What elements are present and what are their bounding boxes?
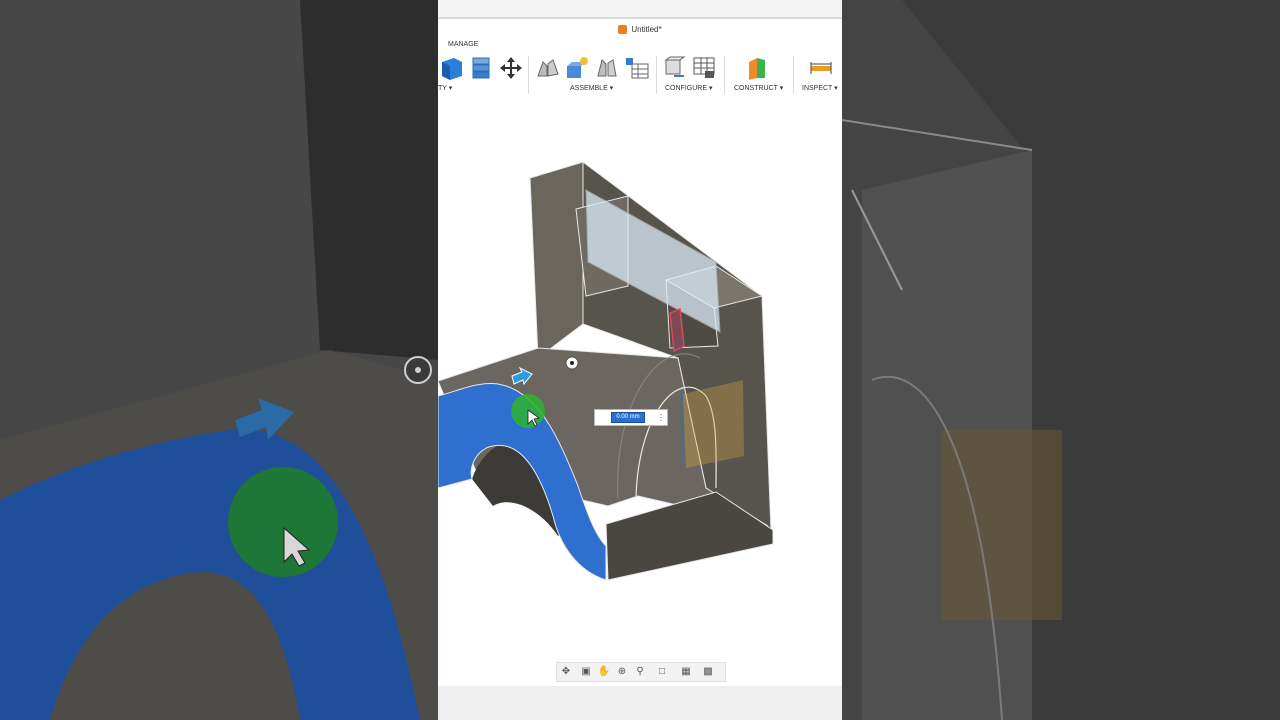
zoom-icon[interactable]: ⊕ (615, 666, 629, 678)
document-icon (618, 24, 628, 34)
group-label-configure[interactable]: CONFIGURE ▾ (665, 84, 712, 92)
fusion-app-window: Untitled* MANAGE TY ▾ ASSEMBLE ▾ CONFIGU… (438, 0, 842, 720)
bottom-bar (438, 686, 842, 720)
back-wall-left-face[interactable] (529, 161, 584, 359)
canvas-viewport[interactable]: 0.00 mm ⋮ (438, 96, 842, 686)
configure-table-icon[interactable] (691, 54, 717, 82)
parameters-table-icon[interactable] (624, 54, 650, 82)
component-stack-icon[interactable] (468, 54, 494, 82)
dimension-input-box[interactable]: 0.00 mm ⋮ (594, 409, 668, 426)
pivot-point-center (570, 361, 574, 365)
offset-plane-icon[interactable] (745, 54, 771, 82)
more-options-icon[interactable]: ⋮ (657, 413, 665, 422)
blurred-background-left (0, 0, 438, 720)
fit-icon[interactable]: ⚲ (633, 666, 647, 678)
look-at-icon[interactable]: ▣ (579, 666, 593, 678)
top-strip (438, 0, 842, 19)
orbit-icon[interactable]: ✥ (559, 666, 573, 678)
manage-tab-label[interactable]: MANAGE (448, 41, 478, 48)
toolbar-separator (656, 56, 657, 94)
joint-origin-icon[interactable] (594, 54, 620, 82)
toolbar-separator (793, 56, 794, 94)
title-bar: Untitled* (438, 19, 842, 39)
group-label-construct[interactable]: CONSTRUCT ▾ (734, 84, 783, 92)
group-label-modify[interactable]: TY ▾ (438, 84, 452, 92)
new-component-icon[interactable] (438, 54, 464, 82)
as-built-joint-icon[interactable] (564, 54, 590, 82)
ribbon-toolbar: TY ▾ ASSEMBLE ▾ CONFIGURE ▾ CONSTRUCT ▾ … (438, 52, 842, 96)
pan-icon[interactable]: ✋ (597, 666, 611, 678)
grid-icon[interactable]: ▦ (679, 666, 693, 678)
toolbar-separator (724, 56, 725, 94)
sketch-profile (683, 380, 744, 468)
group-label-assemble[interactable]: ASSEMBLE ▾ (570, 84, 613, 92)
move-icon[interactable] (498, 54, 524, 82)
background-zoomed-model-left (0, 0, 438, 720)
background-zoomed-model-right (842, 0, 1280, 720)
distance-input[interactable]: 0.00 mm (611, 412, 645, 423)
blurred-background-right (842, 0, 1280, 720)
toolbar-separator (528, 56, 529, 94)
measure-icon[interactable] (808, 54, 834, 82)
viewports-icon[interactable]: ▩ (701, 666, 715, 678)
joint-icon[interactable] (535, 54, 561, 82)
navigation-bar: ✥ ▣ ✋ ⊕ ⚲ □ ▦ ▩ (556, 662, 726, 682)
configure-icon[interactable] (662, 54, 688, 82)
document-title: Untitled* (631, 24, 662, 34)
3d-model[interactable] (438, 96, 842, 686)
display-settings-icon[interactable]: □ (655, 666, 669, 678)
group-label-inspect[interactable]: INSPECT ▾ (802, 84, 838, 92)
